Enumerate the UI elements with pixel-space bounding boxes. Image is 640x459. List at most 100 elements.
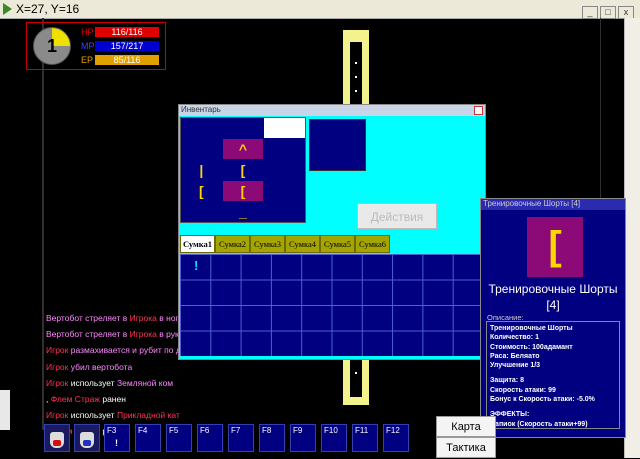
actions-button[interactable]: Действия	[357, 203, 437, 229]
status-panel: 1 HP 116/116 MP 157/217 EP 85/116	[26, 22, 166, 70]
maximize-button[interactable]: □	[600, 6, 616, 19]
blue-potion-icon	[80, 432, 94, 448]
tab-bag-3[interactable]: Сумка3	[250, 235, 285, 253]
item-level-text: [4]	[546, 298, 560, 312]
left-scroll-handle[interactable]	[0, 390, 10, 430]
equipment-slot[interactable]	[222, 118, 264, 138]
item-info-window: Тренировочные Шорты [4] [ Тренировочные …	[480, 198, 626, 438]
chat-text: Игрок	[46, 377, 69, 388]
chat-text: Игрок	[46, 345, 69, 356]
hotbar-slot-blue-potion[interactable]	[74, 424, 100, 452]
hotbar-slot-f11[interactable]: F11	[352, 424, 378, 452]
hotbar: F3! F4 F5 F6 F7 F8 F9 F10 F11 F12	[42, 420, 422, 458]
item-description-line: Напиок (Скорость атаки+99)	[490, 420, 588, 428]
hotkey-label: F10	[324, 426, 338, 435]
chat-line: Игрок использует Земляной ком	[46, 375, 346, 391]
hotbar-slot-f10[interactable]: F10	[321, 424, 347, 452]
bag-item-potion[interactable]: !	[194, 258, 198, 273]
equipment-slot[interactable]	[264, 202, 305, 222]
item-icon: [	[527, 217, 583, 277]
equipment-slot[interactable]	[264, 118, 305, 138]
map-tile	[355, 76, 357, 78]
minimize-button[interactable]: _	[582, 6, 598, 19]
ep-label: EP	[81, 55, 94, 65]
item-name-text: Тренировочные Шорты	[488, 282, 618, 296]
map-button[interactable]: Карта	[436, 416, 496, 437]
inventory-close-button[interactable]	[474, 106, 483, 115]
map-border-left	[42, 18, 44, 430]
equipment-slot[interactable]: [	[222, 160, 264, 180]
hp-row: HP 116/116	[81, 27, 161, 37]
hotkey-label: F8	[262, 426, 272, 435]
hotbar-slot-f9[interactable]: F9	[290, 424, 316, 452]
equipment-slot[interactable]	[181, 139, 222, 159]
hp-label: HP	[81, 27, 94, 37]
chat-line: , Флем Страж ранен	[46, 391, 346, 407]
hotbar-slot-f4[interactable]: F4	[135, 424, 161, 452]
item-description-line: Стоимость: 100адамант	[490, 343, 573, 351]
item-preview-slot[interactable]	[309, 119, 366, 171]
title-bar: X=27, Y=16 _ □ x	[0, 0, 640, 19]
equipment-slot[interactable]	[264, 181, 305, 201]
hotkey-label: F12	[386, 426, 400, 435]
chat-text: использует	[68, 410, 117, 421]
chat-line: Игрок убил вертобота	[46, 359, 346, 375]
hotbar-slot-f7[interactable]: F7	[228, 424, 254, 452]
chat-text: Игрок	[46, 361, 69, 372]
mp-row: MP 157/217	[81, 41, 161, 51]
hotbar-slot-f3[interactable]: F3!	[104, 424, 130, 452]
equipment-slot[interactable]: ^	[222, 139, 264, 159]
hotbar-slot-f8[interactable]: F8	[259, 424, 285, 452]
hotbar-slot-f5[interactable]: F5	[166, 424, 192, 452]
item-name: Тренировочные Шорты [4]	[483, 281, 623, 313]
play-icon	[3, 3, 12, 15]
equipment-slot[interactable]: |	[181, 160, 222, 180]
hotkey-label: F3	[107, 426, 117, 435]
equipment-slot[interactable]	[181, 118, 222, 138]
chat-text: Земляной ком	[116, 377, 174, 388]
hotkey-label: F4	[138, 426, 148, 435]
equipment-slot[interactable]: [	[222, 181, 264, 201]
tactics-button[interactable]: Тактика	[436, 437, 496, 458]
hotbar-slot-f6[interactable]: F6	[197, 424, 223, 452]
item-description-line: Бонус к Скорость атаки: -5.0%	[490, 396, 595, 404]
chat-text: Игрока	[129, 329, 157, 340]
tab-bag-1[interactable]: Сумка1	[180, 235, 215, 253]
chat-text: Вертобот стреляет в	[46, 313, 130, 323]
vertical-scrollbar[interactable]	[624, 18, 640, 458]
ep-bar: 85/116	[95, 55, 159, 65]
ep-row: EP 85/116	[81, 55, 161, 65]
tab-bag-2[interactable]: Сумка2	[215, 235, 250, 253]
chat-text: размахивается и рубит по ди	[68, 345, 186, 356]
hotkey-label: F11	[355, 426, 369, 435]
equipment-slot[interactable]: _	[222, 202, 264, 222]
map-tile	[355, 372, 357, 374]
hotbar-slot-red-potion[interactable]	[44, 424, 70, 452]
tab-bag-4[interactable]: Сумка4	[285, 235, 320, 253]
inventory-title-bar[interactable]: Инвентарь	[179, 105, 485, 116]
hotkey-label: F5	[169, 426, 179, 435]
equipment-slot[interactable]	[264, 139, 305, 159]
red-potion-icon	[50, 432, 64, 448]
equipment-grid: ^ |[[[_	[180, 117, 306, 223]
item-description-line: Скорость атаки: 99	[490, 386, 556, 394]
item-description-line: Раса: Беляато	[490, 352, 540, 360]
item-description-line: Тренировочные Шорты	[490, 325, 573, 332]
chat-text: Вертобот стреляет в	[46, 329, 130, 340]
hotbar-item-potion: !	[115, 438, 118, 448]
item-info-title-bar[interactable]: Тренировочные Шорты [4]	[481, 199, 625, 210]
item-description-line: Улучшение 1/3	[490, 362, 541, 370]
bag-grid[interactable]: !	[180, 254, 483, 356]
hotbar-slot-f12[interactable]: F12	[383, 424, 409, 452]
item-description-line: Количество: 1	[490, 334, 539, 342]
level-clock-icon: 1	[33, 27, 71, 65]
tab-bag-6[interactable]: Сумка6	[355, 235, 390, 253]
tab-bag-5[interactable]: Сумка5	[320, 235, 355, 253]
equipment-slot[interactable]	[264, 160, 305, 180]
equipment-slot[interactable]: [	[181, 181, 222, 201]
hp-bar: 116/116	[95, 27, 159, 37]
chat-text: убил вертобота	[68, 361, 133, 372]
equipment-slot[interactable]	[181, 202, 222, 222]
chat-text: Игрок	[46, 410, 69, 421]
chat-text: Флем Страж	[50, 394, 100, 405]
